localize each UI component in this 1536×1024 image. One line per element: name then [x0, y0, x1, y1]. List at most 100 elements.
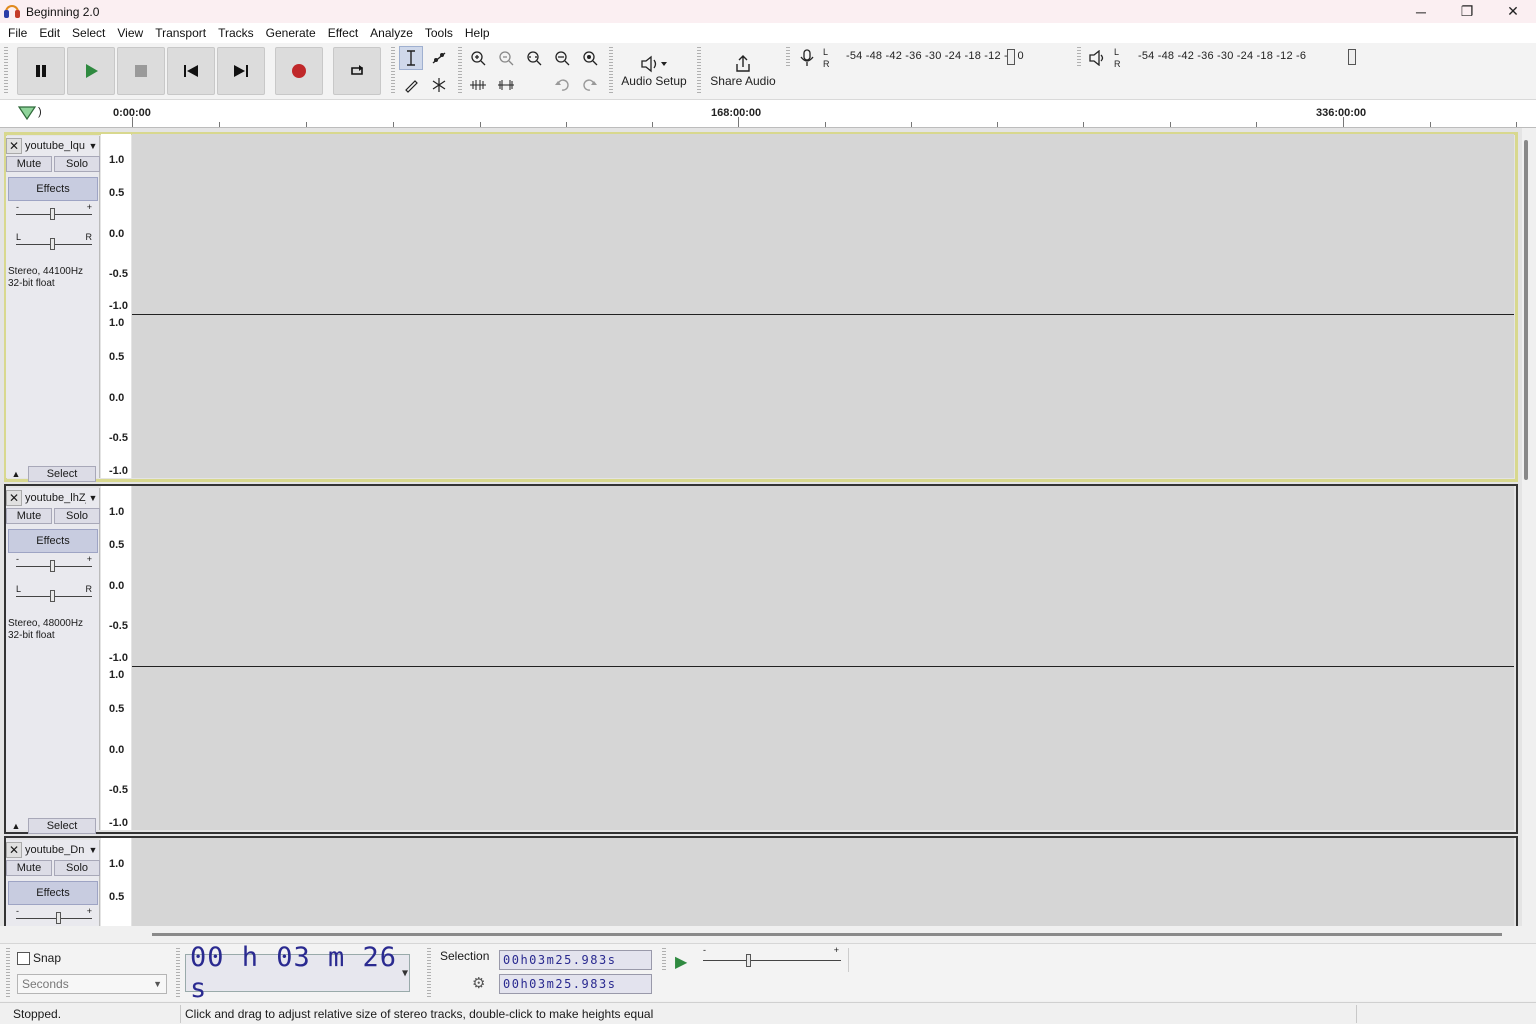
tools-grip[interactable]: [391, 47, 395, 95]
track-name-menu[interactable]: youtube_lqu: [22, 140, 86, 152]
pan-slider[interactable]: LR: [16, 584, 92, 602]
waveform-area[interactable]: [132, 486, 1514, 830]
selection-start-field[interactable]: 00h03m25.983s: [499, 950, 652, 970]
select-track-button[interactable]: Select: [28, 818, 96, 834]
audio-track[interactable]: ✕ youtube_Dn ▼ Mute Solo Effects - + 1.0 …: [0, 836, 1518, 926]
loop-button[interactable]: [333, 47, 381, 95]
menu-tracks[interactable]: Tracks: [212, 26, 260, 40]
play-at-speed-button[interactable]: ▶: [675, 952, 687, 972]
menu-file[interactable]: File: [2, 26, 33, 40]
play-at-speed-grip[interactable]: [662, 948, 666, 972]
redo-button[interactable]: [578, 73, 602, 97]
playback-meter-grip[interactable]: [1077, 47, 1081, 67]
record-meter-scale[interactable]: -54 -48 -42 -36 -30 -24 -18 -12 -6 0: [846, 50, 1024, 62]
gear-icon[interactable]: ⚙: [472, 974, 485, 992]
mute-button[interactable]: Mute: [6, 156, 52, 172]
menu-edit[interactable]: Edit: [33, 26, 66, 40]
toolbar-grip[interactable]: [4, 47, 8, 95]
zoom-toggle-button[interactable]: [578, 46, 602, 70]
playback-speed-slider[interactable]: - +: [703, 945, 841, 970]
time-grip[interactable]: [176, 948, 180, 998]
waveform-area[interactable]: [132, 838, 1514, 926]
track-menu-dropdown-icon[interactable]: ▼: [86, 141, 100, 151]
menu-tools[interactable]: Tools: [419, 26, 459, 40]
track-menu-dropdown-icon[interactable]: ▼: [86, 845, 100, 855]
vertical-scrollbar[interactable]: [1524, 140, 1528, 480]
undo-button[interactable]: [550, 73, 574, 97]
fit-selection-button[interactable]: [522, 46, 546, 70]
gain-thumb[interactable]: [56, 912, 61, 924]
menu-effect[interactable]: Effect: [322, 26, 364, 40]
amplitude-scale[interactable]: 1.0 0.5: [101, 838, 131, 926]
waveform-area[interactable]: [132, 134, 1514, 478]
snap-grip[interactable]: [6, 948, 10, 998]
gain-thumb[interactable]: [50, 560, 55, 572]
selection-end-field[interactable]: 00h03m25.983s: [499, 974, 652, 994]
pan-slider[interactable]: LR: [16, 232, 92, 250]
trim-audio-button[interactable]: [466, 73, 490, 97]
amplitude-scale[interactable]: 1.0 0.5 0.0 -0.5 -1.0 1.0 0.5 0.0 -0.5 -…: [101, 134, 131, 478]
mute-button[interactable]: Mute: [6, 860, 52, 876]
chevron-down-icon[interactable]: ▼: [402, 968, 409, 979]
pan-thumb[interactable]: [50, 590, 55, 602]
track-close-button[interactable]: ✕: [6, 842, 22, 858]
effects-button[interactable]: Effects: [8, 881, 98, 905]
snap-unit-select[interactable]: Seconds ▼: [17, 974, 167, 994]
collapse-track-icon[interactable]: ▲: [8, 818, 24, 834]
selection-grip[interactable]: [427, 948, 431, 998]
channel-divider[interactable]: [132, 314, 1514, 315]
audio-setup-button[interactable]: Audio Setup: [616, 45, 692, 97]
multi-tool-button[interactable]: [427, 73, 451, 97]
mute-button[interactable]: Mute: [6, 508, 52, 524]
share-grip[interactable]: [697, 47, 701, 95]
menu-select[interactable]: Select: [66, 26, 111, 40]
track-name-menu[interactable]: youtube_lhZj: [22, 492, 86, 504]
audio-position-display[interactable]: 00 h 03 m 26 s ▼: [185, 942, 410, 1004]
silence-audio-button[interactable]: [494, 73, 518, 97]
selection-tool-button[interactable]: [399, 46, 423, 70]
record-button[interactable]: [275, 47, 323, 95]
stop-button[interactable]: [117, 47, 165, 95]
effects-button[interactable]: Effects: [8, 529, 98, 553]
play-head-triangle-icon[interactable]: [17, 105, 37, 121]
play-button[interactable]: [67, 47, 115, 95]
track-menu-dropdown-icon[interactable]: ▼: [86, 493, 100, 503]
solo-button[interactable]: Solo: [54, 156, 100, 172]
track-close-button[interactable]: ✕: [6, 138, 22, 154]
maximize-button[interactable]: ❐: [1444, 0, 1490, 23]
menu-help[interactable]: Help: [459, 26, 496, 40]
skip-to-start-button[interactable]: [167, 47, 215, 95]
gain-slider[interactable]: - +: [16, 554, 92, 572]
track-name-menu[interactable]: youtube_Dn: [22, 844, 86, 856]
microphone-icon[interactable]: [799, 49, 815, 67]
timeline-ruler[interactable]: ) 0:00:00 168:00:00 336:00:00: [0, 100, 1536, 128]
edit-grip[interactable]: [458, 47, 462, 95]
speaker-icon[interactable]: [1088, 50, 1106, 66]
draw-tool-button[interactable]: [399, 73, 423, 97]
skip-to-end-button[interactable]: [217, 47, 265, 95]
effects-button[interactable]: Effects: [8, 177, 98, 201]
menu-view[interactable]: View: [111, 26, 149, 40]
minimize-button[interactable]: ─: [1398, 0, 1444, 23]
share-audio-button[interactable]: Share Audio: [705, 45, 781, 97]
amplitude-scale[interactable]: 1.0 0.5 0.0 -0.5 -1.0 1.0 0.5 0.0 -0.5 -…: [101, 486, 131, 830]
zoom-out-button[interactable]: [494, 46, 518, 70]
playback-level-thumb[interactable]: [1348, 49, 1356, 65]
snap-checkbox[interactable]: [17, 952, 30, 965]
track-close-button[interactable]: ✕: [6, 490, 22, 506]
gain-slider[interactable]: - +: [16, 202, 92, 220]
zoom-in-button[interactable]: [466, 46, 490, 70]
fit-project-button[interactable]: [550, 46, 574, 70]
menu-analyze[interactable]: Analyze: [364, 26, 419, 40]
gain-thumb[interactable]: [50, 208, 55, 220]
menu-transport[interactable]: Transport: [149, 26, 212, 40]
speed-thumb[interactable]: [746, 954, 751, 967]
audio-track[interactable]: ✕ youtube_lhZj ▼ Mute Solo Effects - + LR…: [0, 484, 1518, 834]
gain-slider[interactable]: - +: [16, 906, 92, 924]
envelope-tool-button[interactable]: [427, 46, 451, 70]
close-window-button[interactable]: ✕: [1490, 0, 1536, 23]
collapse-track-icon[interactable]: ▲: [8, 466, 24, 482]
playback-meter-scale[interactable]: -54 -48 -42 -36 -30 -24 -18 -12 -6: [1138, 50, 1306, 62]
horizontal-scrollbar[interactable]: [152, 933, 1502, 936]
menu-generate[interactable]: Generate: [260, 26, 322, 40]
